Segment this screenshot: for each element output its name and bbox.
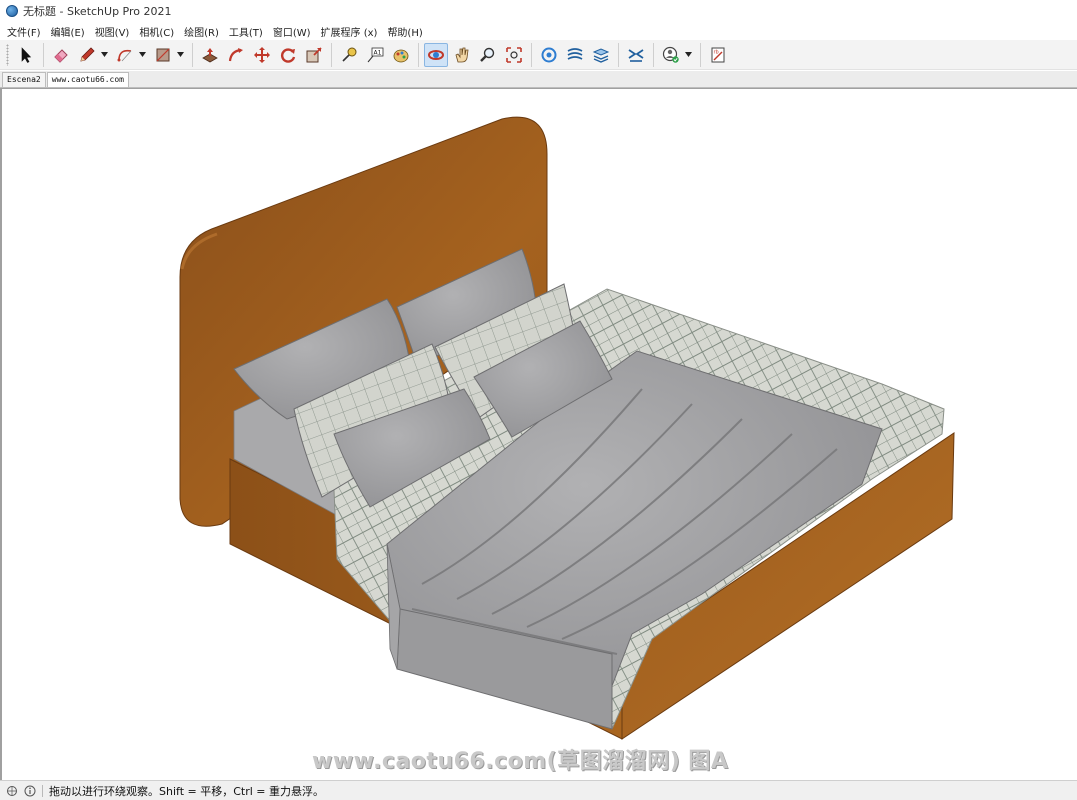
toolbar-separator	[653, 42, 654, 67]
section-tool-button[interactable]	[624, 43, 648, 67]
chevron-down-icon	[177, 52, 184, 57]
rotate-icon	[281, 47, 296, 63]
zoom-extents-icon	[506, 46, 522, 63]
bed-model	[179, 116, 955, 740]
status-message: 拖动以进行环绕观察。Shift = 平移，Ctrl = 重力悬浮。	[49, 784, 324, 798]
window-title: 无标题 - SketchUp Pro 2021	[23, 5, 172, 18]
layers-tool-button[interactable]	[589, 43, 613, 67]
select-tool-button[interactable]	[14, 43, 38, 67]
paint-bucket-tool-button[interactable]	[389, 43, 413, 67]
menu-window[interactable]: 窗口(W)	[268, 24, 316, 39]
section-icon	[628, 48, 644, 62]
pan-icon	[455, 47, 469, 62]
toolbar-separator	[618, 42, 619, 67]
menu-extensions[interactable]: 扩展程序 (x)	[316, 24, 383, 39]
scale-tool-button[interactable]	[302, 43, 326, 67]
toolbar-separator	[331, 42, 332, 67]
toolbar-separator	[418, 42, 419, 67]
menu-draw[interactable]: 绘图(R)	[179, 24, 224, 39]
chevron-down-icon	[139, 52, 146, 57]
layers-icon	[592, 47, 610, 63]
toolbar-separator	[700, 42, 701, 67]
toolbar-separator	[531, 42, 532, 67]
sandbox-icon	[567, 47, 583, 60]
move-tool-button[interactable]	[250, 43, 274, 67]
arc-icon	[117, 49, 132, 61]
scale-icon	[306, 46, 322, 62]
sketchup-logo-icon	[6, 5, 18, 17]
eraser-icon	[54, 48, 68, 63]
tape-measure-icon	[342, 47, 357, 62]
scene-tab-caotu66[interactable]: www.caotu66.com	[46, 72, 129, 87]
orbit-tool-button[interactable]	[424, 42, 448, 67]
arc-dropdown[interactable]	[138, 43, 147, 67]
sandbox-tool-button[interactable]	[563, 43, 587, 67]
geo-location-icon[interactable]	[6, 785, 18, 797]
select-icon	[21, 46, 32, 63]
pan-tool-button[interactable]	[450, 43, 474, 67]
menu-camera[interactable]: 相机(C)	[134, 24, 179, 39]
model-info-tool-button[interactable]	[537, 43, 561, 67]
eraser-tool-button[interactable]	[49, 43, 73, 67]
scene-tab-bar: Escena2 www.caotu66.com	[0, 71, 1077, 88]
toolbar-separator	[192, 42, 193, 67]
model-viewport[interactable]: www.caotu66.com(草图溜溜网) 图A	[0, 88, 1077, 780]
tape-measure-tool-button[interactable]	[337, 43, 361, 67]
zoom-icon	[480, 47, 495, 62]
model-info-icon	[541, 47, 557, 62]
paint-bucket-icon	[393, 49, 409, 62]
user-account-icon	[662, 46, 679, 63]
follow-me-icon	[228, 47, 243, 61]
scene-tab-escena2[interactable]: Escena2	[2, 72, 46, 87]
watermark-text: www.caotu66.com(草图溜溜网) 图A	[312, 749, 729, 774]
menu-bar: 文件(F) 编辑(E) 视图(V) 相机(C) 绘图(R) 工具(T) 窗口(W…	[0, 22, 1077, 40]
user-account-button[interactable]	[659, 43, 683, 67]
chevron-down-icon	[101, 52, 108, 57]
extension-warehouse-button[interactable]: rb	[706, 43, 730, 67]
arc-tool-button[interactable]	[113, 43, 137, 67]
rotate-tool-button[interactable]	[276, 43, 300, 67]
toolbar-separator	[43, 42, 44, 67]
svg-text:A1: A1	[374, 49, 382, 56]
svg-text:rb: rb	[714, 49, 719, 55]
rectangle-dropdown[interactable]	[176, 43, 185, 67]
text-tool-button[interactable]: A1	[363, 43, 387, 67]
menu-view[interactable]: 视图(V)	[90, 24, 135, 39]
menu-help[interactable]: 帮助(H)	[382, 24, 427, 39]
user-account-dropdown[interactable]	[684, 43, 693, 67]
rectangle-tool-button[interactable]	[151, 43, 175, 67]
follow-me-tool-button[interactable]	[224, 43, 248, 67]
pencil-icon	[80, 46, 95, 62]
menu-edit[interactable]: 编辑(E)	[46, 24, 90, 39]
zoom-tool-button[interactable]	[476, 43, 500, 67]
chevron-down-icon	[685, 52, 692, 57]
push-pull-icon	[202, 47, 218, 62]
push-pull-tool-button[interactable]	[198, 43, 222, 67]
text-icon: A1	[367, 47, 384, 62]
menu-tools[interactable]: 工具(T)	[224, 24, 268, 39]
extension-warehouse-icon: rb	[711, 47, 725, 62]
info-icon[interactable]	[24, 785, 36, 797]
zoom-extents-tool-button[interactable]	[502, 43, 526, 67]
pencil-tool-button[interactable]	[75, 43, 99, 67]
menu-file[interactable]: 文件(F)	[2, 24, 46, 39]
status-bar: 拖动以进行环绕观察。Shift = 平移，Ctrl = 重力悬浮。	[0, 780, 1077, 800]
rectangle-icon	[156, 48, 170, 61]
status-divider	[42, 784, 43, 797]
main-toolbar: A1 rb	[0, 40, 1077, 70]
move-icon	[254, 46, 270, 63]
title-bar: 无标题 - SketchUp Pro 2021	[0, 0, 1077, 22]
toolbar-grip[interactable]	[6, 43, 9, 66]
pencil-dropdown[interactable]	[100, 43, 109, 67]
orbit-icon	[428, 49, 444, 60]
